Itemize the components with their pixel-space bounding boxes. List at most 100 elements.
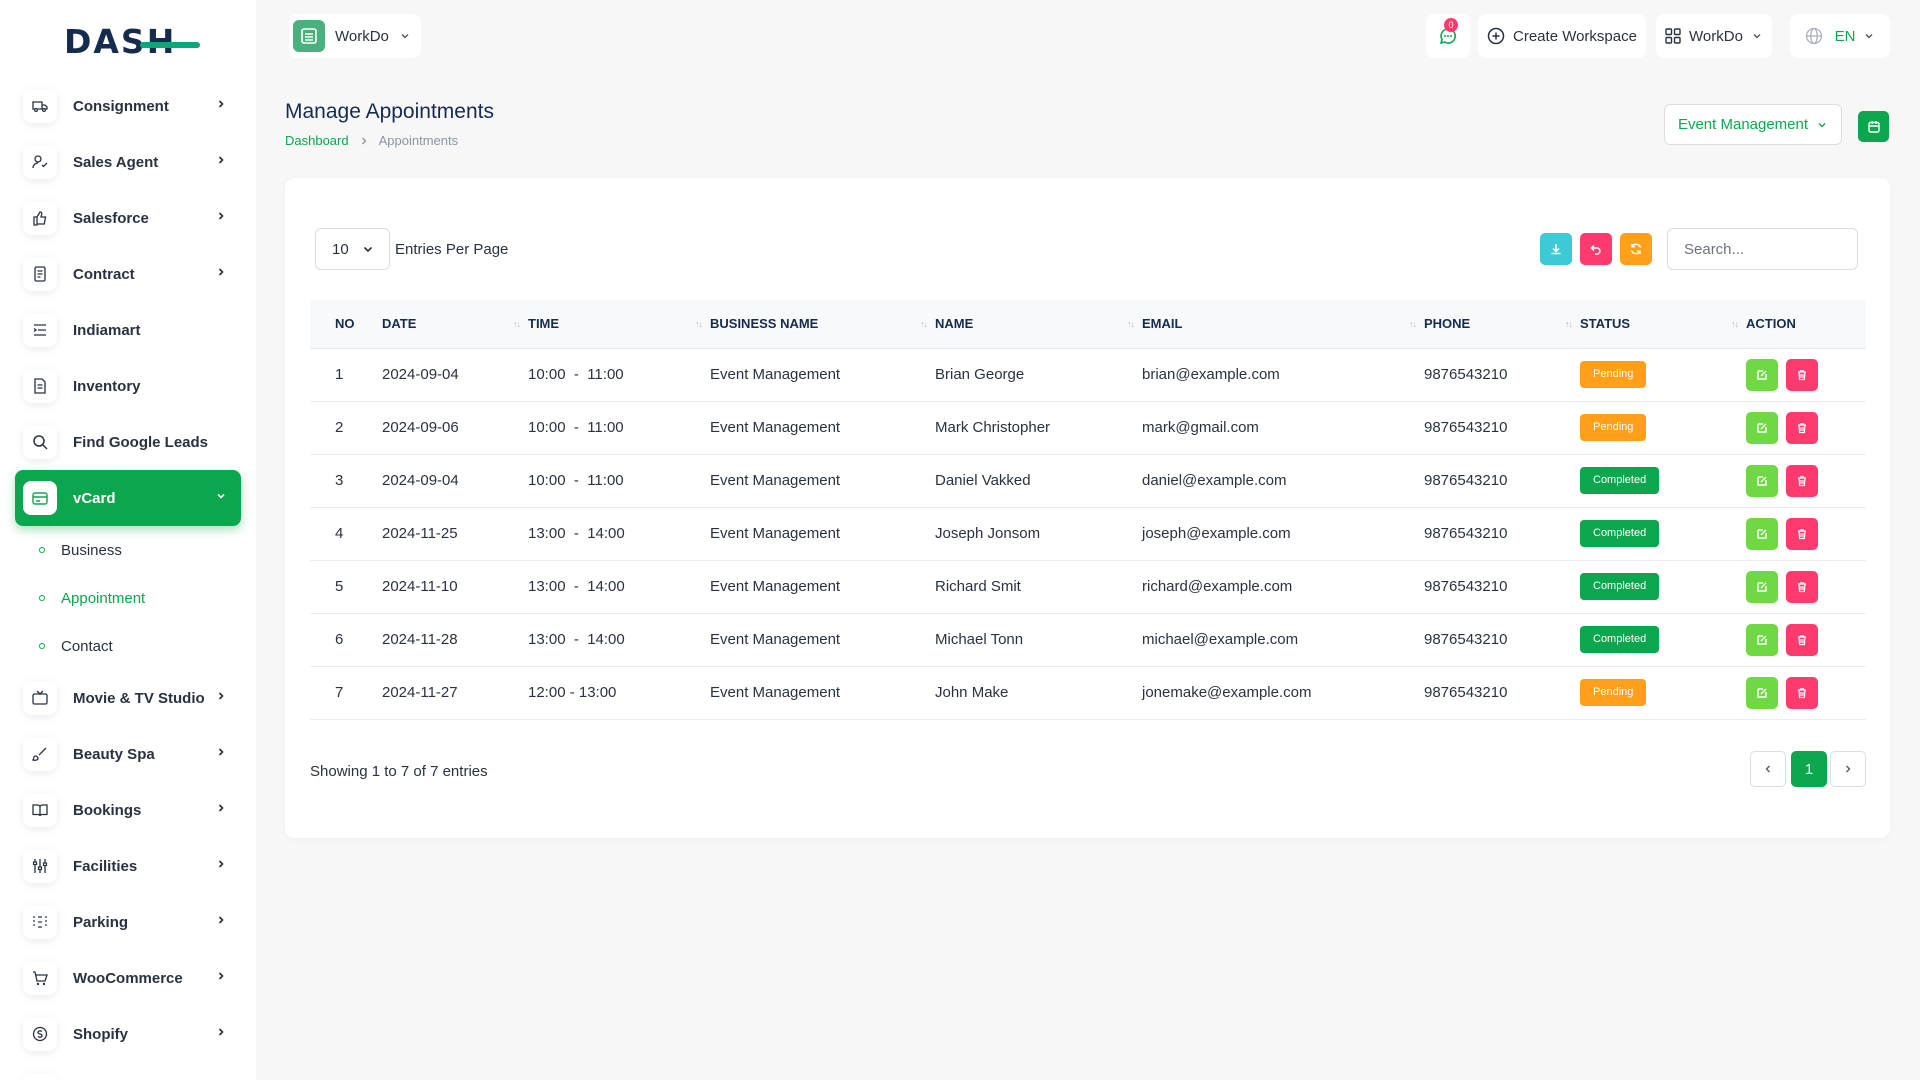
language-selector[interactable]: EN (1790, 14, 1890, 58)
delete-button[interactable] (1786, 517, 1819, 550)
thumbs-up-icon (23, 201, 57, 235)
sidebar-subitem-contact[interactable]: Contact (15, 622, 241, 670)
lms-icon (23, 1073, 57, 1080)
delete-button[interactable] (1786, 411, 1819, 444)
prev-page-button[interactable] (1750, 751, 1786, 787)
table-row: 3 2024-09-04 10:00 - 11:00 Event Managem… (310, 453, 1866, 507)
sidebar-item-inventory[interactable]: Inventory (15, 358, 241, 414)
edit-button[interactable] (1746, 358, 1778, 391)
delete-button[interactable] (1786, 358, 1819, 391)
sidebar-item-find-google-leads[interactable]: Find Google Leads (15, 414, 241, 470)
col-phone[interactable]: PHONE ↑↓ (1424, 300, 1580, 348)
edit-button[interactable] (1746, 676, 1778, 709)
sidebar-item-beauty-spa[interactable]: Beauty Spa (15, 726, 241, 782)
tv-icon (23, 681, 57, 715)
next-page-button[interactable] (1830, 751, 1866, 787)
calendar-button[interactable] (1858, 111, 1889, 142)
cell-action (1746, 347, 1866, 401)
sidebar-item-bookings[interactable]: Bookings (15, 782, 241, 838)
business-select[interactable]: Event Management (1664, 104, 1842, 145)
chevron-right-icon (218, 212, 224, 220)
book-icon (23, 793, 57, 827)
page-1-button[interactable]: 1 (1791, 751, 1827, 787)
notification-badge: 0 (1444, 18, 1458, 32)
sidebar-item-lms[interactable]: LMS (15, 1062, 241, 1080)
sidebar-item-facilities[interactable]: Facilities (15, 838, 241, 894)
col-action-label: ACTION (1746, 316, 1796, 332)
search-input[interactable] (1667, 228, 1858, 270)
sidebar-item-salesforce[interactable]: Salesforce (15, 190, 241, 246)
table-row: 5 2024-11-10 13:00 - 14:00 Event Managem… (310, 559, 1866, 613)
col-status[interactable]: STATUS ↑↓ (1580, 300, 1746, 348)
chevron-container (215, 970, 227, 982)
cell-date: 2024-11-25 (382, 506, 528, 560)
sidebar-item-movie-tv-studio[interactable]: Movie & TV Studio (15, 670, 241, 726)
cell-action (1746, 506, 1866, 560)
col-time[interactable]: TIME ↑↓ (528, 300, 710, 348)
business-select-value: Event Management (1677, 116, 1809, 133)
col-name[interactable]: NAME ↑↓ (935, 300, 1142, 348)
cell-phone: 9876543210 (1424, 559, 1580, 613)
delete-button[interactable] (1786, 676, 1819, 709)
language-label: EN (1834, 27, 1856, 45)
cell-name: Brian George (935, 347, 1142, 401)
chevron-down-icon (1865, 34, 1873, 39)
cell-time: 10:00 - 11:00 (528, 347, 710, 401)
create-workspace-button[interactable]: Create Workspace (1478, 14, 1646, 58)
col-name-label: NAME (935, 316, 974, 332)
cell-date: 2024-11-27 (382, 665, 528, 720)
edit-button[interactable] (1746, 464, 1778, 497)
reset-button[interactable] (1580, 233, 1612, 265)
page-title: Manage Appointments (285, 100, 494, 123)
app-logo[interactable]: DASH (64, 22, 201, 61)
sidebar-item-parking[interactable]: Parking (15, 894, 241, 950)
cell-action (1746, 400, 1866, 454)
workspace-switcher[interactable]: WorkDo (289, 14, 421, 58)
download-icon (1551, 244, 1561, 255)
user-check-icon (23, 145, 57, 179)
sort-icon: ↑↓ (1565, 319, 1573, 329)
col-business-name[interactable]: BUSINESS NAME ↑↓ (710, 300, 935, 348)
messages-button[interactable]: 0 (1426, 14, 1470, 58)
search-icon (23, 425, 57, 459)
sliders-icon (23, 849, 57, 883)
sidebar-item-woocommerce[interactable]: WooCommerce (15, 950, 241, 1006)
edit-button[interactable] (1746, 517, 1778, 550)
edit-button[interactable] (1746, 411, 1778, 444)
sidebar-item-vcard[interactable]: vCard (15, 470, 241, 526)
plus-circle-icon (1487, 27, 1505, 45)
cell-phone: 9876543210 (1424, 612, 1580, 666)
sidebar-item-shopify[interactable]: Shopify (15, 1006, 241, 1062)
delete-button[interactable] (1786, 623, 1819, 656)
calendar-icon (1867, 120, 1880, 133)
col-no-label: NO (335, 316, 355, 332)
col-email[interactable]: EMAIL ↑↓ (1142, 300, 1424, 348)
workspace-menu-button[interactable]: WorkDo (1656, 14, 1772, 58)
chevron-right-icon (218, 156, 224, 164)
col-date[interactable]: DATE ↑↓ (382, 300, 528, 348)
cart-icon (23, 961, 57, 995)
edit-button[interactable] (1746, 570, 1778, 603)
cell-status: Completed (1580, 453, 1746, 507)
entries-per-page-select[interactable]: 10 (315, 228, 390, 270)
appointments-card: 10 Entries Per Page NO DATE ↑↓ TIME ↑↓ BUS… (285, 178, 1890, 838)
sidebar-subitem-business[interactable]: Business (15, 526, 241, 574)
sidebar-item-consignment[interactable]: Consignment (15, 78, 241, 134)
chevron-right-icon (218, 804, 224, 812)
export-button[interactable] (1540, 233, 1572, 265)
breadcrumb-dashboard[interactable]: Dashboard (285, 133, 349, 148)
refresh-button[interactable] (1620, 233, 1652, 265)
status-badge: Pending (1580, 679, 1647, 706)
edit-button[interactable] (1746, 623, 1778, 656)
logo-bar (140, 41, 201, 48)
shopify-icon (23, 1017, 57, 1051)
sidebar-subitem-appointment[interactable]: Appointment (15, 574, 241, 622)
col-no[interactable]: NO (310, 300, 382, 348)
edit-icon (1757, 528, 1767, 539)
sidebar-item-sales-agent[interactable]: Sales Agent (15, 134, 241, 190)
sidebar-item-indiamart[interactable]: Indiamart (15, 302, 241, 358)
cell-email: joseph@example.com (1142, 506, 1424, 560)
sidebar-item-contract[interactable]: Contract (15, 246, 241, 302)
delete-button[interactable] (1786, 464, 1819, 497)
delete-button[interactable] (1786, 570, 1819, 603)
